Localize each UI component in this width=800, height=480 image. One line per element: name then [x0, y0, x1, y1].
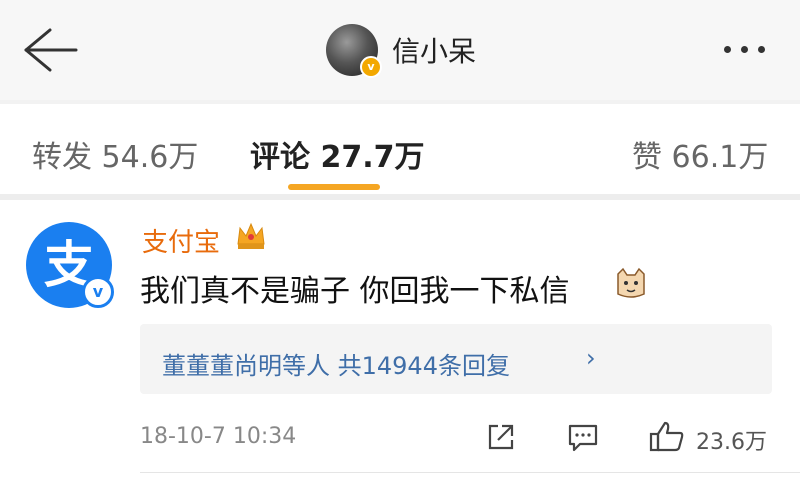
- verified-v-icon: v: [82, 276, 114, 308]
- tab-like[interactable]: 赞 66.1万: [632, 132, 768, 176]
- thumbs-up-icon[interactable]: [648, 420, 686, 458]
- author-avatar[interactable]: 支 v: [26, 222, 114, 308]
- comment-icon[interactable]: [566, 420, 600, 458]
- cat-emoji-icon: [614, 266, 648, 300]
- more-dots-icon[interactable]: [724, 36, 780, 64]
- comment-item: 支 v 支付宝 我们真不是骗子 你回我一下私信 董董董尚明等人 共14944条回…: [0, 200, 800, 480]
- comment-timestamp: 18-10-7 10:34: [140, 424, 297, 449]
- chevron-right-icon: ›: [586, 344, 596, 372]
- reply-summary-text: 董董董尚明等人 共14944条回复: [162, 352, 510, 380]
- comment-author-name[interactable]: 支付宝: [142, 222, 220, 259]
- tab-repost[interactable]: 转发 54.6万: [32, 132, 198, 176]
- verified-badge-icon: v: [360, 56, 382, 78]
- crown-icon: [234, 218, 268, 252]
- reply-summary-box[interactable]: 董董董尚明等人 共14944条回复 ›: [140, 324, 772, 394]
- divider: [140, 472, 800, 473]
- header-bar: v 信小呆: [0, 0, 800, 100]
- share-icon[interactable]: [484, 420, 518, 458]
- tab-bar: 转发 54.6万 评论 27.7万 赞 66.1万: [0, 104, 800, 194]
- comment-like-count: 23.6万: [696, 430, 767, 455]
- page-title[interactable]: 信小呆: [392, 30, 476, 70]
- back-arrow-icon[interactable]: [18, 24, 82, 76]
- tab-comment[interactable]: 评论 27.7万: [250, 132, 424, 176]
- active-tab-indicator: [288, 184, 380, 190]
- user-avatar[interactable]: v: [326, 24, 382, 78]
- comment-text: 我们真不是骗子 你回我一下私信: [140, 274, 570, 309]
